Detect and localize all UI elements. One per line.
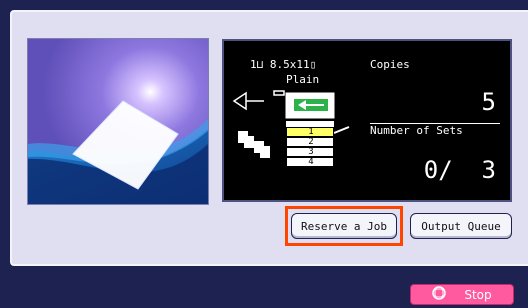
copy-animation-image bbox=[27, 38, 209, 205]
tray-2[interactable]: 2 bbox=[286, 137, 334, 147]
stop-icon bbox=[432, 286, 447, 303]
output-queue-button[interactable]: Output Queue bbox=[410, 213, 512, 239]
tray-stack: 1 2 3 4 bbox=[286, 127, 334, 167]
tray-2-label: 2 bbox=[308, 137, 314, 147]
sets-value: 0/ 3 bbox=[423, 156, 496, 184]
tray-1-label: 1 bbox=[308, 127, 314, 137]
tray-3[interactable]: 3 bbox=[286, 147, 334, 157]
stop-label: Stop bbox=[464, 287, 492, 302]
job-status-display: 1⊔ 8.5x11▯ Plain 1 2 3 4 Copies 5 Number… bbox=[222, 39, 512, 202]
tray-1[interactable]: 1 bbox=[286, 127, 334, 137]
sets-label: Number of Sets bbox=[370, 124, 463, 137]
tray-4-label: 4 bbox=[308, 157, 314, 167]
copies-label: Copies bbox=[370, 58, 410, 71]
tray-4[interactable]: 4 bbox=[286, 157, 334, 167]
copies-value: 5 bbox=[481, 88, 496, 116]
copier-diagram bbox=[232, 90, 350, 158]
tray-3-label: 3 bbox=[308, 147, 314, 157]
reserve-job-button[interactable]: Reserve a Job bbox=[291, 213, 397, 239]
output-arrow-icon bbox=[273, 90, 285, 96]
stop-button[interactable]: Stop bbox=[410, 284, 514, 305]
